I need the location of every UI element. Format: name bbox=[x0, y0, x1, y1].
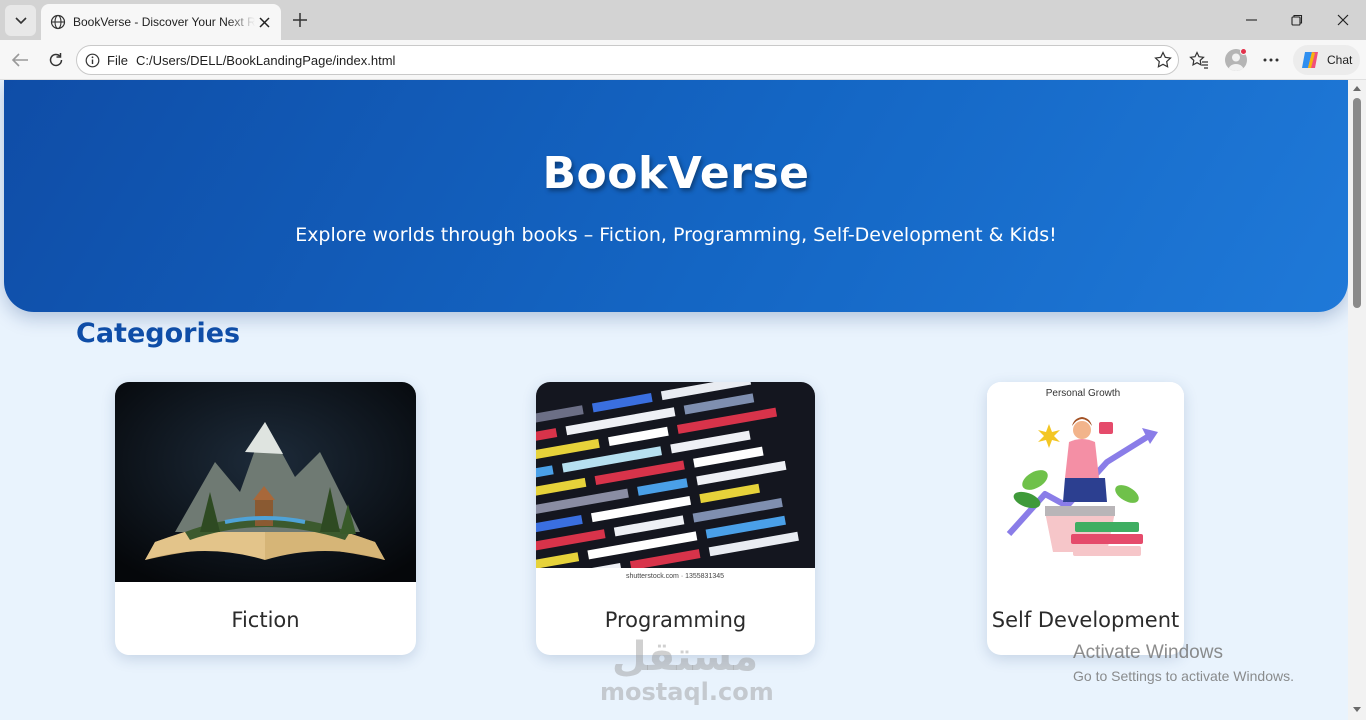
restore-icon bbox=[1291, 14, 1303, 26]
close-window-button[interactable] bbox=[1330, 8, 1356, 32]
plus-icon bbox=[293, 13, 307, 27]
back-button[interactable] bbox=[8, 48, 32, 72]
activation-subtitle: Go to Settings to activate Windows. bbox=[1073, 668, 1294, 684]
tab-strip: BookVerse - Discover Your Next Read bbox=[0, 0, 1366, 40]
reload-button[interactable] bbox=[44, 48, 68, 72]
restore-button[interactable] bbox=[1284, 8, 1310, 32]
new-tab-button[interactable] bbox=[289, 9, 311, 31]
hero-banner: BookVerse Explore worlds through books –… bbox=[4, 80, 1348, 312]
mostaql-watermark: مستقل mostaql.com bbox=[600, 634, 774, 706]
programming-code-image: shutterstock.com · 1355831345 bbox=[536, 382, 815, 582]
minimize-button[interactable] bbox=[1238, 8, 1264, 32]
favorites-button[interactable] bbox=[1187, 48, 1211, 72]
minimize-icon bbox=[1245, 19, 1257, 21]
info-icon[interactable] bbox=[85, 53, 100, 68]
chevron-down-icon bbox=[14, 16, 27, 24]
copilot-chat-button[interactable]: Chat bbox=[1293, 45, 1360, 75]
category-label: Self Development bbox=[991, 608, 1180, 632]
activation-title: Activate Windows bbox=[1073, 642, 1223, 663]
reload-icon bbox=[49, 53, 63, 67]
scroll-up-icon[interactable] bbox=[1352, 84, 1362, 92]
tab-search-button[interactable] bbox=[5, 5, 36, 36]
scrollbar-thumb[interactable] bbox=[1353, 98, 1361, 308]
close-tab-icon[interactable] bbox=[256, 14, 272, 30]
categories-heading: Categories bbox=[76, 318, 241, 349]
category-card-programming[interactable]: shutterstock.com · 1355831345 Programmin… bbox=[536, 382, 815, 655]
category-label: Fiction bbox=[231, 608, 300, 632]
active-tab[interactable]: BookVerse - Discover Your Next Read bbox=[41, 4, 281, 40]
notification-dot bbox=[1240, 48, 1247, 55]
watermark-arabic-text: مستقل bbox=[611, 634, 759, 680]
address-bar[interactable]: File C:/Users/DELL/BookLandingPage/index… bbox=[76, 45, 1179, 75]
more-dots-icon bbox=[1263, 58, 1279, 62]
hero-title: BookVerse bbox=[542, 148, 810, 199]
page-viewport: BookVerse Explore worlds through books –… bbox=[0, 80, 1348, 720]
scroll-down-icon[interactable] bbox=[1352, 706, 1362, 714]
category-label: Programming bbox=[604, 608, 747, 632]
url-scheme-label: File bbox=[107, 53, 128, 68]
chat-label: Chat bbox=[1327, 53, 1353, 67]
image-caption: Personal Growth bbox=[1046, 388, 1120, 399]
copilot-icon bbox=[1302, 52, 1318, 68]
favorites-icon bbox=[1189, 51, 1208, 69]
favorite-star-icon[interactable] bbox=[1154, 51, 1172, 69]
watermark-english-text: mostaql.com bbox=[600, 678, 774, 706]
image-caption: shutterstock.com · 1355831345 bbox=[626, 573, 724, 580]
more-menu-button[interactable] bbox=[1259, 48, 1283, 72]
url-text[interactable]: C:/Users/DELL/BookLandingPage/index.html bbox=[136, 53, 395, 68]
close-icon bbox=[1337, 14, 1349, 26]
globe-icon bbox=[50, 14, 66, 30]
fiction-book-image bbox=[115, 382, 416, 582]
hero-subtitle: Explore worlds through books – Fiction, … bbox=[295, 224, 1057, 246]
browser-toolbar: File C:/Users/DELL/BookLandingPage/index… bbox=[0, 40, 1366, 80]
vertical-scrollbar[interactable] bbox=[1348, 80, 1366, 720]
activate-windows-notice: Activate Windows Go to Settings to activ… bbox=[1073, 642, 1294, 684]
category-card-self-development[interactable]: Personal Growth Self Development bbox=[987, 382, 1184, 655]
tab-title: BookVerse - Discover Your Next Read bbox=[73, 15, 255, 29]
category-card-fiction[interactable]: Fiction bbox=[115, 382, 416, 655]
personal-growth-image: Personal Growth bbox=[987, 382, 1184, 582]
back-arrow-icon bbox=[11, 53, 28, 67]
